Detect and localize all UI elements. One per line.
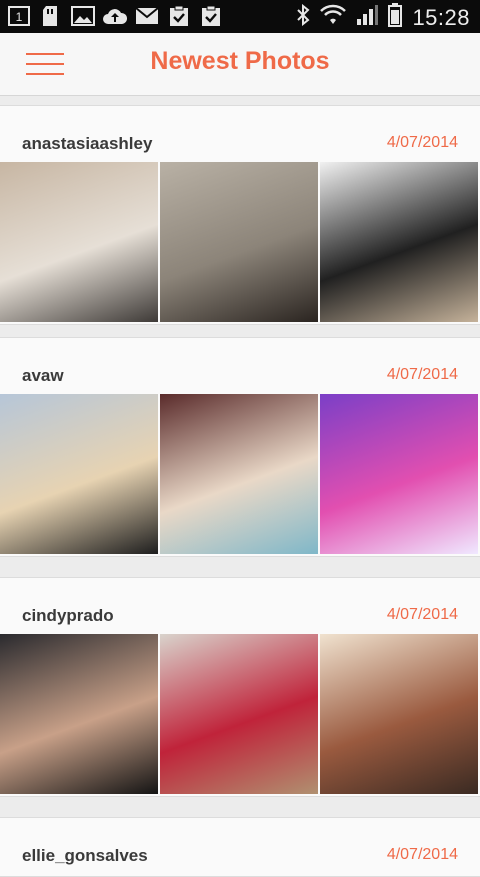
- username[interactable]: avaw: [22, 366, 64, 386]
- signal-icon: [356, 4, 379, 31]
- sd-card-icon: [38, 4, 64, 28]
- photo-row: [0, 162, 480, 322]
- notification-icons: 1: [6, 4, 224, 28]
- battery-icon: [388, 3, 403, 32]
- clock: 15:28: [412, 4, 470, 30]
- status-bar: 1 15:28: [0, 0, 480, 33]
- photo-thumbnail[interactable]: [160, 162, 318, 322]
- post-date: 4/07/2014: [386, 366, 458, 383]
- photo-thumbnail[interactable]: [0, 162, 158, 322]
- feed-card: avaw 4/07/2014: [0, 337, 480, 557]
- photo-thumbnail[interactable]: [160, 634, 318, 794]
- mail-icon: [134, 4, 160, 28]
- feed-card: cindyprado 4/07/2014: [0, 577, 480, 797]
- clipboard-check-icon: [198, 4, 224, 28]
- username[interactable]: anastasiaashley: [22, 134, 152, 154]
- username[interactable]: ellie_gonsalves: [22, 846, 148, 866]
- svg-text:1: 1: [16, 10, 23, 24]
- app-header: Newest Photos: [0, 33, 480, 96]
- photo-thumbnail[interactable]: [320, 634, 478, 794]
- post-date: 4/07/2014: [386, 606, 458, 623]
- feed-card: anastasiaashley 4/07/2014: [0, 105, 480, 325]
- post-date: 4/07/2014: [386, 846, 458, 863]
- clipboard-check-icon: [166, 4, 192, 28]
- wifi-icon: [320, 4, 347, 31]
- photo-thumbnail[interactable]: [320, 162, 478, 322]
- photo-row: [0, 634, 480, 794]
- page-title: Newest Photos: [150, 47, 330, 75]
- bluetooth-icon: [296, 3, 310, 31]
- username[interactable]: cindyprado: [22, 606, 114, 626]
- post-date: 4/07/2014: [386, 134, 458, 151]
- upload-icon: [102, 4, 128, 28]
- gallery-icon: [70, 4, 96, 28]
- feed-card: ellie_gonsalves 4/07/2014: [0, 817, 480, 877]
- photo-thumbnail[interactable]: [320, 394, 478, 554]
- photo-thumbnail[interactable]: [0, 394, 158, 554]
- photo-thumbnail[interactable]: [160, 394, 318, 554]
- photo-thumbnail[interactable]: [0, 634, 158, 794]
- photo-row: [0, 394, 480, 554]
- sim-1-icon: 1: [6, 4, 32, 28]
